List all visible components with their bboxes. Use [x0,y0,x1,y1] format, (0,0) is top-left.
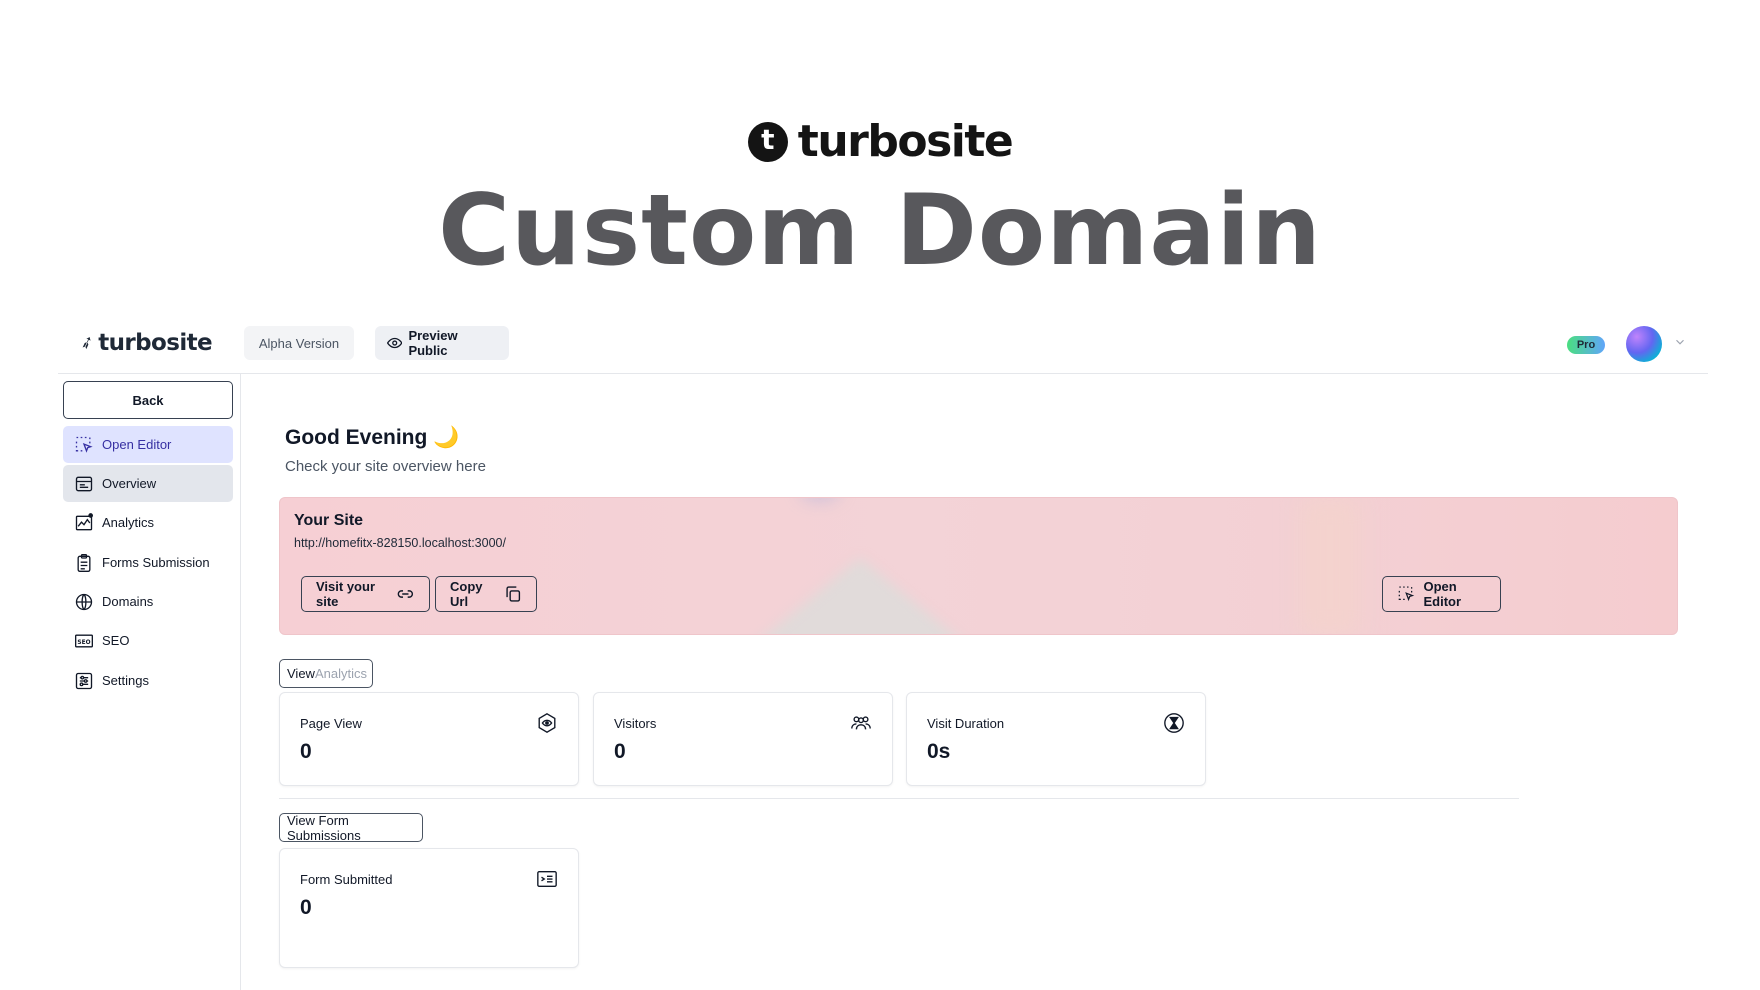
main-content: Good Evening 🌙 Check your site overview … [241,374,1708,990]
users-icon [851,716,871,730]
stat-card-form-submitted: Form Submitted 0 [279,848,579,968]
link-icon [398,590,414,598]
sidebar-item-analytics[interactable]: Analytics [63,504,233,541]
preview-public-label: Preview Public [408,328,458,358]
sidebar-item-open-editor[interactable]: Open Editor [63,426,233,463]
stat-card-page-view: Page View 0 [279,692,579,786]
stat-label: Page View [300,716,362,731]
stat-card-visit-duration: Visit Duration 0s [906,692,1206,786]
stat-value: 0 [300,740,312,763]
sidebar-item-label: Analytics [102,515,155,530]
site-url: http://homefitx-828150.localhost:3000/ [294,536,506,550]
cursor-select-icon [75,436,93,453]
stat-value: 0 [614,740,626,763]
cursor-select-icon [1398,586,1415,602]
page-title: Good Evening 🌙 [285,426,460,449]
page-subtitle: Check your site overview here [285,458,486,475]
copy-url-label: Copy Url [450,579,483,609]
view-form-submissions-label: View Form Submissions [287,812,361,843]
pro-badge: Pro [1567,336,1605,354]
hero-title: Custom Domain [438,174,1322,288]
eye-icon [387,337,403,349]
copy-url-button[interactable]: Copy Url [435,576,537,612]
site-card-title: Your Site [294,512,364,529]
stat-label: Visit Duration [927,716,1005,731]
chevron-down-icon[interactable] [1673,335,1687,349]
view-analytics-button[interactable]: View Analytics [279,659,373,688]
section-divider [279,798,1519,799]
sidebar-item-label: SEO [102,633,130,648]
sidebar-item-overview[interactable]: Overview [63,465,233,502]
view-analytics-label-suffix: Analytics [314,666,367,681]
sidebar-item-forms-submission[interactable]: Forms Submission [63,544,233,581]
open-editor-button[interactable]: Open Editor [1382,576,1501,612]
app-logo-text: turbosite [98,330,212,356]
svg-text:SEO: SEO [77,639,90,645]
visit-site-button[interactable]: Visit your site [301,576,430,612]
globe-icon [75,593,93,610]
form-icon [537,870,557,888]
open-editor-label: Open Editor [1423,579,1462,609]
seo-icon: SEO [75,634,93,647]
turbo-arrow-icon: ➶ [77,331,97,354]
hero-brand: t turbosite [0,116,1760,167]
your-site-card: Your Site http://homefitx-828150.localho… [279,497,1678,635]
hourglass-icon [1164,713,1184,733]
sidebar-item-settings[interactable]: Settings [63,662,233,699]
app-window: ➶ turbosite Alpha Version Preview Public… [58,326,1708,990]
sliders-icon [75,672,93,689]
back-button[interactable]: Back [63,381,233,419]
preview-public-button[interactable]: Preview Public [375,326,509,360]
hero-brand-name: turbosite [797,116,1014,167]
stat-value: 0s [927,740,951,763]
visit-site-label: Visit your site [316,579,376,609]
app-logo[interactable]: ➶ turbosite [77,326,213,360]
sidebar-item-label: Domains [102,594,154,609]
stat-label: Form Submitted [300,872,393,887]
sidebar-item-seo[interactable]: SEO SEO [63,622,233,659]
sidebar-item-label: Forms Submission [102,555,210,570]
turbosite-logo-icon: t [747,121,788,162]
stat-card-visitors: Visitors 0 [593,692,893,786]
stat-value: 0 [300,896,312,919]
hexagon-eye-icon [538,713,556,733]
sidebar-item-domains[interactable]: Domains [63,583,233,620]
sidebar: Back Open Editor Overview Analytics Form… [58,374,241,990]
sidebar-item-label: Open Editor [102,437,172,452]
stat-label: Visitors [614,716,657,731]
top-bar: ➶ turbosite Alpha Version Preview Public… [58,326,1708,374]
sidebar-item-label: Settings [102,673,149,688]
view-analytics-label-prefix: View [287,666,315,681]
layout-icon [75,476,93,491]
view-form-submissions-button[interactable]: View Form Submissions [279,812,423,843]
copy-icon [505,586,520,602]
chart-icon [75,512,93,530]
clipboard-icon [77,553,91,572]
sidebar-item-label: Overview [102,476,157,491]
alpha-version-label: Alpha Version [258,335,340,351]
avatar[interactable] [1626,326,1662,362]
alpha-version-badge: Alpha Version [244,326,354,360]
